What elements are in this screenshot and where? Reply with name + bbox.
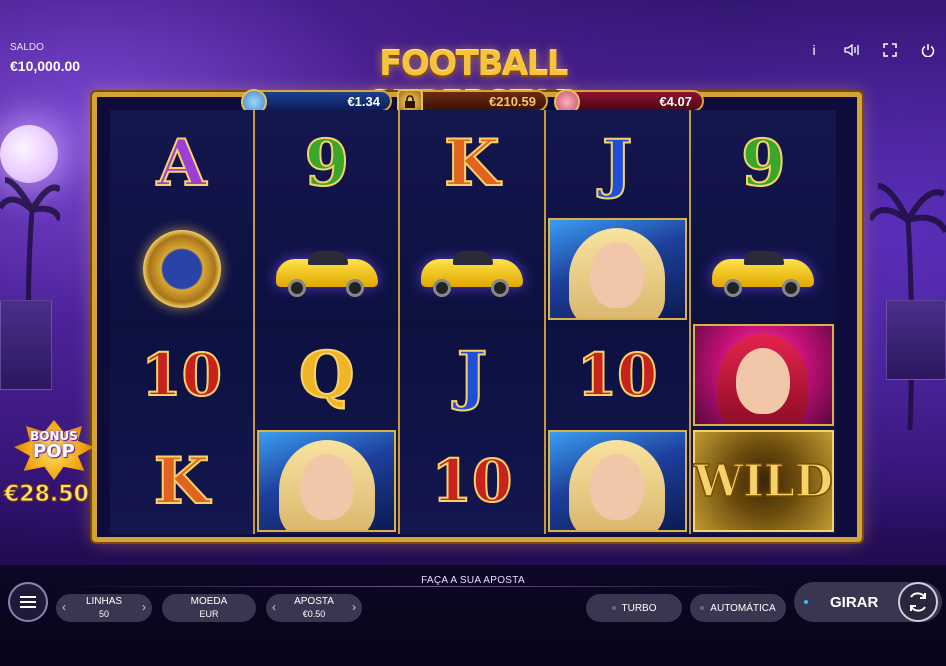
reel-cell: 10 (400, 428, 543, 534)
reel-3: K J 10 (400, 110, 546, 534)
symbol-9: 9 (740, 125, 787, 202)
palm-tree-right (870, 183, 946, 430)
autoplay-button[interactable]: AUTOMÁTICA (690, 594, 786, 622)
reel-4: J 10 (545, 110, 691, 534)
bonus-pop: BONUS POP €28.50 (4, 420, 108, 515)
reel-cell (546, 216, 689, 322)
symbol-10: 10 (140, 340, 223, 410)
menu-button[interactable] (8, 582, 48, 622)
spin-label: GIRAR (830, 593, 879, 611)
bet-value: €0.50 (302, 609, 326, 619)
symbol-car-icon (708, 239, 818, 299)
symbol-car-icon (272, 239, 382, 299)
symbol-a: A (156, 125, 208, 202)
reel-cell: A (110, 110, 253, 216)
reel-cell (255, 216, 398, 322)
symbol-k: K (443, 125, 501, 202)
symbol-j: J (456, 337, 488, 414)
reel-cell (110, 216, 253, 322)
reel-cell: J (400, 322, 543, 428)
lines-value: 50 (98, 609, 109, 619)
reel-cell: K (110, 428, 253, 534)
currency-selector[interactable]: MOEDA EUR (162, 594, 256, 622)
lines-label: LINHAS (85, 596, 123, 607)
symbol-j: J (601, 125, 633, 202)
reel-cell: 10 (110, 322, 253, 428)
reel-cell (691, 322, 836, 428)
reel-cell: 10 (546, 322, 689, 428)
reel-cell: 9 (255, 110, 398, 216)
symbol-wild: WILD (692, 430, 834, 532)
bet-selector[interactable]: ‹ APOSTA €0.50 › (266, 594, 362, 622)
reel-cell (546, 428, 689, 534)
reel-5: 9 WILD (690, 110, 836, 534)
info-icon[interactable]: i (804, 40, 824, 60)
reel-cell (255, 428, 398, 534)
bonus-pop-label: BONUS POP (18, 428, 90, 462)
chevron-right-icon[interactable]: › (142, 601, 146, 613)
spin-icon[interactable] (898, 582, 938, 622)
chevron-left-icon[interactable]: ‹ (62, 601, 66, 613)
turbo-button[interactable]: TURBO (586, 594, 682, 622)
sound-icon[interactable] (842, 40, 862, 60)
autoplay-label: AUTOMÁTICA (710, 602, 776, 614)
chevron-left-icon[interactable]: ‹ (272, 601, 276, 613)
autoplay-indicator (700, 606, 705, 610)
symbol-10: 10 (431, 446, 514, 516)
reel-cell: 9 (691, 110, 836, 216)
building-left (0, 300, 52, 390)
chevron-right-icon[interactable]: › (352, 601, 356, 613)
lines-selector[interactable]: ‹ LINHAS 50 › (56, 594, 152, 622)
power-icon[interactable] (918, 40, 938, 60)
currency-label: MOEDA (190, 596, 228, 607)
balance-value: €10,000.00 (10, 58, 81, 74)
reel-cell (691, 216, 836, 322)
reel-cell: Q (255, 322, 398, 428)
fullscreen-icon[interactable] (880, 40, 900, 60)
symbol-k: K (153, 443, 211, 520)
currency-value: EUR (199, 609, 219, 619)
reel-cell: J (546, 110, 689, 216)
bonus-pop-amount: €28.50 (4, 482, 90, 508)
turbo-indicator (611, 606, 616, 610)
symbol-10: 10 (576, 340, 659, 410)
bonus-pop-line2: POP (33, 441, 75, 462)
reel-1: A 10 K (110, 110, 256, 534)
balance-label: SALDO (10, 42, 44, 53)
reel-cell: K (400, 110, 543, 216)
reel-2: 9Q (255, 110, 401, 534)
symbol-watch-icon (142, 230, 221, 308)
jackpot-gold: €210.59 (402, 90, 548, 112)
bet-label: APOSTA (294, 596, 334, 607)
divider (60, 586, 786, 587)
symbol-blonde-portrait (547, 218, 687, 320)
top-icons: i (804, 40, 938, 60)
symbol-redhead-portrait (692, 324, 834, 426)
reel-cell: WILD (691, 428, 836, 534)
symbol-blonde-portrait (547, 430, 687, 532)
spin-indicator (804, 600, 808, 604)
turbo-label: TURBO (621, 602, 657, 614)
building-right (886, 300, 946, 380)
symbol-9: 9 (304, 125, 351, 202)
symbol-q: Q (298, 337, 356, 414)
jackpot-blue: €1.34 (246, 90, 392, 112)
reels-grid: A 10 K 9 Q K J 10 J 10 9 WILD (110, 110, 836, 534)
hamburger-icon (20, 596, 36, 608)
symbol-blonde-portrait (257, 430, 397, 532)
reel-cell (400, 216, 543, 322)
symbol-car-icon (417, 239, 527, 299)
